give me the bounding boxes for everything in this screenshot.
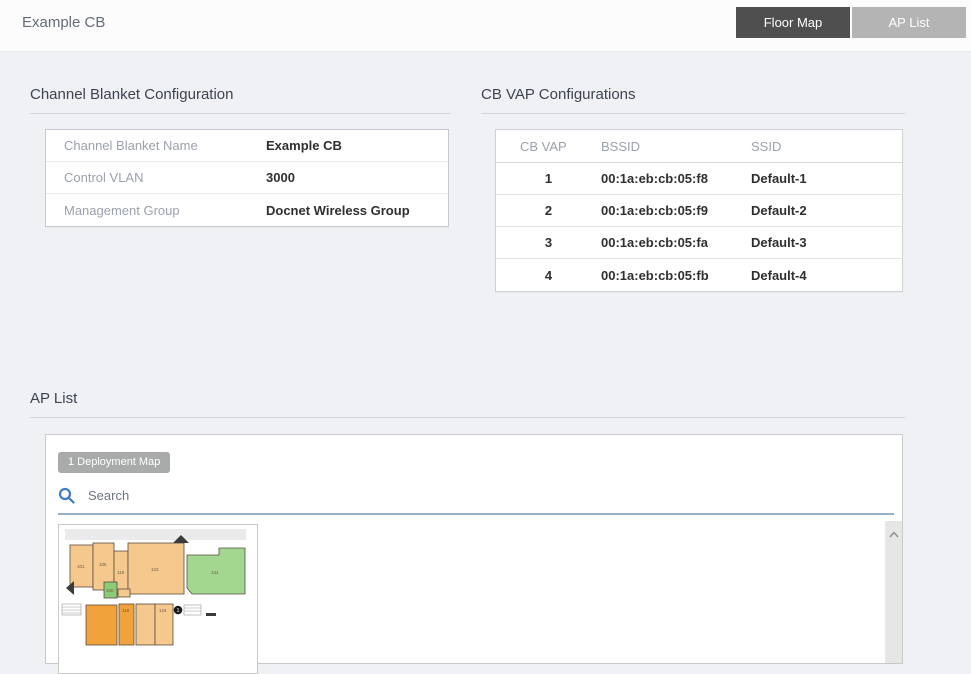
config-value: Docnet Wireless Group	[266, 202, 410, 218]
hallway-strip	[65, 529, 246, 540]
page-title: Example CB	[22, 14, 106, 31]
ssid-cell: Default-1	[751, 171, 807, 186]
svg-text:101: 101	[77, 564, 85, 569]
search-bar	[58, 487, 894, 515]
column-header-bssid: BSSID	[601, 138, 641, 154]
svg-text:1: 1	[177, 608, 180, 614]
cbvap-cell: 2	[544, 203, 553, 218]
cbvap-cell: 4	[544, 267, 553, 283]
bssid-cell: 00:1a:eb:cb:05:fa	[601, 235, 708, 250]
table-row: 4 00:1a:eb:cb:05:fb Default-4	[496, 259, 902, 291]
deployment-map-thumbnail[interactable]: 101 105 119 100 123 141 118 124 1	[58, 524, 258, 674]
section-divider	[30, 113, 451, 114]
svg-text:123: 123	[151, 567, 159, 572]
table-row: 1 00:1a:eb:cb:05:f8 Default-1	[496, 163, 902, 195]
vap-config-section: CB VAP Configurations	[481, 86, 905, 114]
floor-map-button[interactable]: Floor Map	[736, 7, 850, 38]
header: Example CB Floor Map AP List	[0, 0, 971, 52]
svg-text:124: 124	[159, 608, 167, 613]
config-label: Management Group	[64, 202, 180, 218]
cb-config-section: Channel Blanket Configuration	[30, 86, 451, 114]
svg-text:105: 105	[99, 562, 107, 567]
bssid-cell: 00:1a:eb:cb:05:fb	[601, 267, 709, 283]
svg-text:118: 118	[122, 608, 130, 613]
config-value: Example CB	[266, 138, 342, 153]
svg-text:141: 141	[211, 570, 219, 575]
table-row: 2 00:1a:eb:cb:05:f9 Default-2	[496, 195, 902, 227]
bssid-cell: 00:1a:eb:cb:05:f9	[601, 203, 708, 218]
ap-list-title: AP List	[30, 390, 78, 407]
bssid-cell: 00:1a:eb:cb:05:f8	[601, 171, 708, 186]
cb-config-title: Channel Blanket Configuration	[30, 86, 234, 103]
scroll-up-icon[interactable]	[888, 526, 900, 663]
config-label: Channel Blanket Name	[64, 138, 198, 153]
search-input[interactable]	[88, 488, 894, 503]
table-row: Control VLAN 3000	[46, 162, 448, 194]
svg-text:119: 119	[117, 570, 125, 575]
vap-config-table: CB VAP BSSID SSID 1 00:1a:eb:cb:05:f8 De…	[495, 129, 903, 292]
ap-marker: 1	[173, 605, 183, 615]
vertical-scrollbar[interactable]	[885, 521, 902, 663]
table-header-row: CB VAP BSSID SSID	[496, 130, 902, 163]
ap-list-section: AP List	[30, 390, 905, 418]
floor-map-rooms	[69, 542, 246, 646]
table-row: Management Group Docnet Wireless Group	[46, 194, 448, 226]
vap-config-title: CB VAP Configurations	[481, 86, 636, 103]
config-value: 3000	[266, 170, 295, 185]
deployment-map-badge[interactable]: 1 Deployment Map	[58, 452, 171, 473]
table-row: Channel Blanket Name Example CB	[46, 130, 448, 162]
ssid-cell: Default-4	[751, 267, 807, 283]
ap-list-button[interactable]: AP List	[852, 7, 966, 38]
ssid-cell: Default-3	[751, 235, 807, 250]
cbvap-cell: 1	[544, 171, 553, 186]
ap-list-card: 1 Deployment Map Search 101 105 119 100 …	[45, 434, 903, 674]
search-icon	[58, 487, 75, 504]
page: { "colors": { "page_bg": "#eff1f4", "acc…	[0, 0, 971, 674]
section-divider	[30, 417, 905, 418]
view-toggle: Floor Map AP List	[736, 7, 966, 38]
config-label: Control VLAN	[64, 170, 144, 185]
section-divider	[481, 113, 905, 114]
cbvap-cell: 3	[544, 235, 553, 250]
svg-text:100: 100	[106, 588, 114, 593]
cb-config-table: Channel Blanket Name Example CB Control …	[45, 129, 449, 227]
column-header-cbvap: CB VAP	[520, 138, 567, 154]
ssid-cell: Default-2	[751, 203, 807, 218]
table-row: 3 00:1a:eb:cb:05:fa Default-3	[496, 227, 902, 259]
column-header-ssid: SSID	[751, 138, 782, 154]
